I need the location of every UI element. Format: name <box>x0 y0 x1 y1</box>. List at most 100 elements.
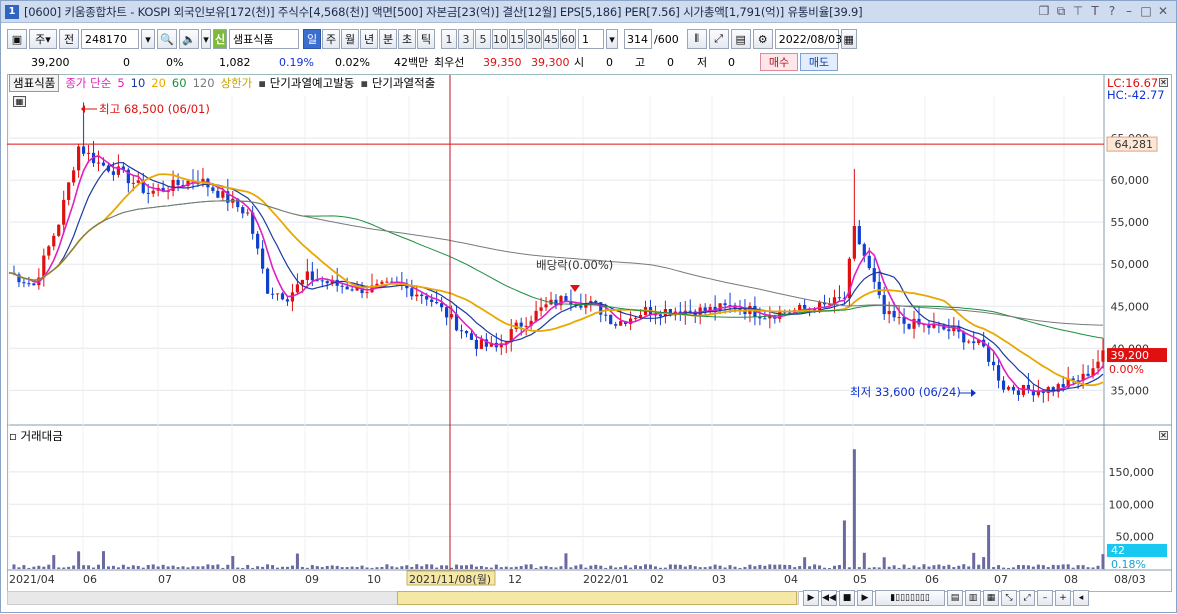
play-icon[interactable]: ▶ <box>803 590 819 606</box>
candle-body <box>131 182 135 184</box>
line-tool-icon[interactable]: ⤡ <box>1001 590 1017 606</box>
volume-bar <box>72 565 76 569</box>
volume-bar <box>798 566 802 569</box>
candle-body <box>996 365 1001 381</box>
volume-bar <box>47 564 51 569</box>
legend-ma5[interactable]: 5 <box>117 76 124 90</box>
time-tick-label: 08/03 <box>1114 573 1146 586</box>
scroll-bar: ▶ ◀◀ ■ ▶ ▮▯▯▯▯▯▯▯ ▤ ▥ ▦ ⤡ ⤢ – + ◂ <box>1 588 1176 608</box>
zoom-in-icon[interactable]: + <box>1055 590 1071 606</box>
legend-stock[interactable]: 샘표식품 <box>9 74 60 92</box>
volume-bar <box>842 520 846 569</box>
volume-bar <box>1081 565 1085 569</box>
volume-bar <box>957 565 961 569</box>
volume-bar <box>828 568 831 569</box>
volume-bar <box>410 566 414 569</box>
legend-upper-limit[interactable]: 상한가 <box>221 75 253 91</box>
volume-bar <box>962 564 966 569</box>
volume-bar <box>246 564 250 569</box>
volume-bar <box>743 567 747 569</box>
volume-bar <box>867 567 871 569</box>
candle-body <box>425 296 429 300</box>
volume-bar <box>549 567 553 569</box>
time-tick-label: 2021/11/08(월) <box>409 573 491 586</box>
layout3-icon[interactable]: ▦ <box>983 590 999 606</box>
volume-bar <box>534 567 538 569</box>
volume-bar <box>181 566 185 569</box>
candle-body <box>479 339 484 349</box>
candle-body <box>857 226 861 245</box>
volume-label-text: 거래대금 <box>20 429 63 443</box>
volume-bar <box>514 566 518 569</box>
grid-toggle-icon[interactable]: ▦ <box>13 96 26 107</box>
volume-bar <box>156 566 160 569</box>
price-chart[interactable]: 35,00040,00045,00050,00055,00060,00065,0… <box>1 1 1177 614</box>
dividend-label: 배당락(0.00%) <box>536 258 613 272</box>
volume-bar <box>340 567 344 569</box>
legend-overheat-designation[interactable]: ▪ 단기과열적출 <box>360 75 435 91</box>
scroll-thumb[interactable] <box>397 591 797 605</box>
volume-bar <box>634 565 638 569</box>
volume-bar <box>171 565 175 569</box>
candle-body <box>72 170 76 183</box>
volume-bar <box>639 566 643 569</box>
candle-body <box>216 190 220 198</box>
volume-bar <box>574 565 578 569</box>
volume-bar <box>1041 565 1045 569</box>
volume-bar <box>1076 565 1080 569</box>
layout1-icon[interactable]: ▤ <box>947 590 963 606</box>
volume-bar <box>773 564 777 569</box>
volume-bar <box>97 564 101 569</box>
candle-body <box>420 294 424 297</box>
price-panel-close-icon[interactable]: ✕ <box>1159 78 1168 87</box>
time-tick-label: 12 <box>508 573 522 586</box>
volume-bar <box>425 564 429 569</box>
legend-ma60[interactable]: 60 <box>172 76 187 90</box>
volume-panel-close-icon[interactable]: ✕ <box>1159 431 1168 440</box>
volume-bar <box>216 564 220 569</box>
volume-bar <box>32 566 36 569</box>
volume-last-value: 42 <box>1111 544 1125 557</box>
candle-body <box>539 307 543 311</box>
dividend-marker <box>570 285 580 292</box>
legend-warn2-text: 단기과열적출 <box>371 76 436 90</box>
volume-bar <box>579 564 583 569</box>
ma10-line <box>8 162 1104 392</box>
forward-icon[interactable]: ▶ <box>857 590 873 606</box>
legend-ma-label[interactable]: 종가 단순 <box>65 75 111 91</box>
legend-overheat-warning[interactable]: ▪ 단기과열예고발동 <box>258 75 354 91</box>
stop-icon[interactable]: ■ <box>839 590 855 606</box>
rewind-icon[interactable]: ◀◀ <box>821 590 837 606</box>
candle-body <box>992 361 996 366</box>
volume-bar <box>469 564 473 569</box>
expand-icon[interactable]: ◂ <box>1073 590 1089 606</box>
zoom-out-icon[interactable]: – <box>1037 590 1053 606</box>
volume-bar <box>808 566 812 569</box>
time-tick-label: 09 <box>305 573 319 586</box>
candle-body <box>246 212 250 214</box>
legend-ma120[interactable]: 120 <box>193 76 215 90</box>
legend-ma10[interactable]: 10 <box>131 76 146 90</box>
volume-bar <box>544 565 548 569</box>
fib-tool-icon[interactable]: ⤢ <box>1019 590 1035 606</box>
candle-body <box>270 293 275 295</box>
volume-bar <box>221 567 225 569</box>
volume-bar <box>330 565 334 569</box>
candle-body <box>62 199 66 225</box>
volume-bar <box>972 552 976 569</box>
candle-body <box>967 341 971 343</box>
legend-ma20[interactable]: 20 <box>151 76 166 90</box>
volume-bar <box>236 567 240 569</box>
time-tick-label: 08 <box>232 573 246 586</box>
volume-bar <box>569 567 573 569</box>
candle-body <box>1096 361 1100 369</box>
volume-bar <box>67 566 71 569</box>
layout2-icon[interactable]: ▥ <box>965 590 981 606</box>
volume-bar <box>315 566 319 569</box>
volume-bar <box>977 564 981 569</box>
candle-body <box>544 304 548 308</box>
volume-bar <box>435 567 439 569</box>
speed-slider[interactable]: ▮▯▯▯▯▯▯▯ <box>875 590 945 606</box>
candle-body <box>435 302 439 304</box>
candle-body <box>852 226 856 259</box>
